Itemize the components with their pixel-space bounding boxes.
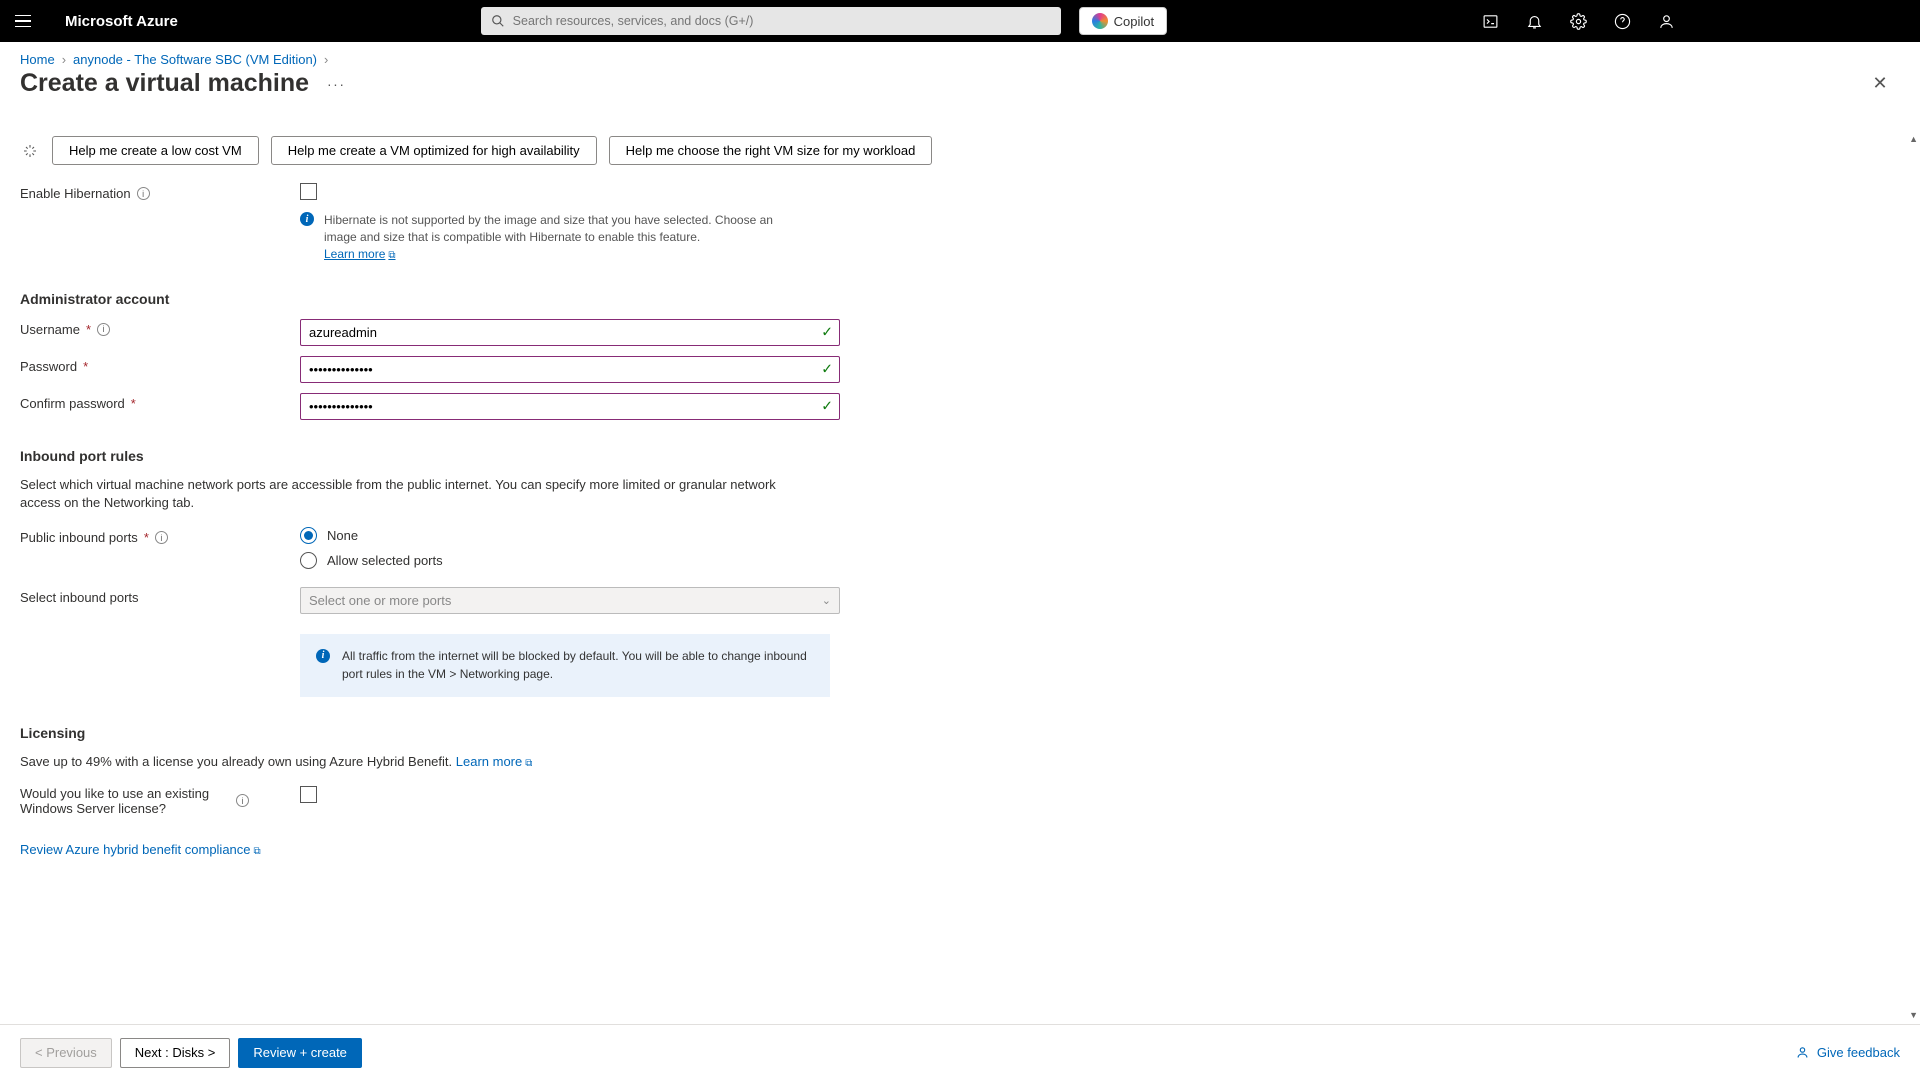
- page-title-row: Create a virtual machine ··· ✕: [0, 69, 1920, 104]
- section-admin-account: Administrator account: [20, 291, 1900, 307]
- checkbox-enable-hibernation[interactable]: [300, 183, 317, 200]
- info-circle-icon: i: [316, 649, 330, 663]
- ai-sparkle-icon: [20, 141, 40, 161]
- info-icon[interactable]: i: [155, 531, 168, 544]
- copilot-button[interactable]: Copilot: [1079, 7, 1167, 35]
- hibernation-learn-more-link[interactable]: Learn more⧉: [324, 247, 396, 261]
- info-icon[interactable]: i: [97, 323, 110, 336]
- callout-text: All traffic from the internet will be bl…: [342, 648, 814, 683]
- section-licensing: Licensing: [20, 725, 1900, 741]
- pill-low-cost-vm[interactable]: Help me create a low cost VM: [52, 136, 259, 165]
- radio-icon: [300, 552, 317, 569]
- inbound-ports-desc: Select which virtual machine network por…: [20, 476, 810, 514]
- feedback-icon[interactable]: [1646, 1, 1686, 41]
- external-link-icon: ⧉: [525, 758, 532, 769]
- chevron-right-icon: ›: [324, 52, 328, 67]
- ai-suggestion-row: Help me create a low cost VM Help me cre…: [20, 136, 1900, 165]
- next-button[interactable]: Next : Disks >: [120, 1038, 231, 1068]
- input-username[interactable]: [300, 319, 840, 346]
- select-placeholder: Select one or more ports: [309, 593, 451, 608]
- hibernation-info-text: Hibernate is not supported by the image …: [324, 213, 773, 244]
- row-username: Username * i ✓: [20, 319, 1900, 346]
- radio-none-label: None: [327, 528, 358, 543]
- info-icon[interactable]: i: [137, 187, 150, 200]
- row-select-inbound-ports: Select inbound ports Select one or more …: [20, 587, 1900, 697]
- label-username: Username: [20, 322, 80, 337]
- radio-icon: [300, 527, 317, 544]
- check-icon: ✓: [821, 324, 833, 341]
- breadcrumb-item[interactable]: anynode - The Software SBC (VM Edition): [73, 52, 317, 67]
- help-icon[interactable]: [1602, 1, 1642, 41]
- external-link-icon: ⧉: [388, 250, 395, 261]
- page-title: Create a virtual machine: [20, 69, 309, 98]
- licensing-learn-more-link[interactable]: Learn more⧉: [456, 754, 533, 769]
- label-select-inbound-ports: Select inbound ports: [20, 590, 139, 605]
- chevron-down-icon: ⌄: [822, 594, 831, 607]
- form-scroll-area[interactable]: Help me create a low cost VM Help me cre…: [0, 130, 1920, 1024]
- breadcrumb-home[interactable]: Home: [20, 52, 55, 67]
- section-inbound-ports: Inbound port rules: [20, 448, 1900, 464]
- check-icon: ✓: [821, 361, 833, 378]
- hamburger-menu-icon[interactable]: [15, 10, 37, 32]
- settings-icon[interactable]: [1558, 1, 1598, 41]
- radio-none[interactable]: None: [300, 527, 840, 544]
- close-icon[interactable]: ✕: [1866, 70, 1894, 98]
- required-marker: *: [86, 322, 91, 337]
- hybrid-benefit-compliance-link[interactable]: Review Azure hybrid benefit compliance⧉: [20, 842, 261, 857]
- review-create-button[interactable]: Review + create: [238, 1038, 362, 1068]
- radio-allow-selected[interactable]: Allow selected ports: [300, 552, 840, 569]
- select-inbound-ports: Select one or more ports ⌄: [300, 587, 840, 614]
- row-password: Password * ✓: [20, 356, 1900, 383]
- external-link-icon: ⧉: [254, 846, 261, 857]
- top-bar: Microsoft Azure Copilot: [0, 0, 1920, 42]
- label-confirm-password: Confirm password: [20, 396, 125, 411]
- cloud-shell-icon[interactable]: [1470, 1, 1510, 41]
- inbound-ports-callout: i All traffic from the internet will be …: [300, 634, 830, 697]
- row-public-inbound-ports: Public inbound ports * i None Allow sele…: [20, 527, 1900, 577]
- previous-button: < Previous: [20, 1038, 112, 1068]
- brand-label: Microsoft Azure: [65, 13, 178, 30]
- radio-allow-label: Allow selected ports: [327, 553, 443, 568]
- checkbox-existing-license[interactable]: [300, 786, 317, 803]
- label-public-inbound-ports: Public inbound ports: [20, 530, 138, 545]
- row-enable-hibernation: Enable Hibernation i i Hibernate is not …: [20, 183, 1900, 263]
- label-password: Password: [20, 359, 77, 374]
- copilot-icon: [1092, 13, 1108, 29]
- feedback-person-icon: [1795, 1045, 1810, 1060]
- info-circle-icon: i: [300, 212, 314, 226]
- row-existing-license: Would you like to use an existing Window…: [20, 786, 1900, 816]
- chevron-right-icon: ›: [62, 52, 66, 67]
- footer-bar: < Previous Next : Disks > Review + creat…: [0, 1024, 1920, 1080]
- scroll-up-icon[interactable]: ▲: [1909, 134, 1918, 144]
- scroll-down-icon[interactable]: ▼: [1909, 1010, 1918, 1020]
- pill-high-availability-vm[interactable]: Help me create a VM optimized for high a…: [271, 136, 597, 165]
- search-input[interactable]: [505, 14, 1051, 28]
- breadcrumb: Home › anynode - The Software SBC (VM Ed…: [0, 42, 1920, 69]
- label-enable-hibernation: Enable Hibernation: [20, 186, 131, 201]
- label-existing-license: Would you like to use an existing Window…: [20, 786, 230, 816]
- input-password[interactable]: [300, 356, 840, 383]
- required-marker: *: [144, 530, 149, 545]
- required-marker: *: [131, 396, 136, 411]
- row-confirm-password: Confirm password * ✓: [20, 393, 1900, 420]
- info-icon[interactable]: i: [236, 794, 249, 807]
- copilot-label: Copilot: [1114, 14, 1154, 29]
- account-area[interactable]: [1690, 1, 1910, 41]
- search-icon: [491, 14, 505, 28]
- licensing-desc: Save up to 49% with a license you alread…: [20, 753, 810, 772]
- notifications-icon[interactable]: [1514, 1, 1554, 41]
- more-actions-icon[interactable]: ···: [327, 76, 346, 92]
- pill-vm-size[interactable]: Help me choose the right VM size for my …: [609, 136, 933, 165]
- search-box[interactable]: [481, 7, 1061, 35]
- input-confirm-password[interactable]: [300, 393, 840, 420]
- required-marker: *: [83, 359, 88, 374]
- check-icon: ✓: [821, 398, 833, 415]
- give-feedback-link[interactable]: Give feedback: [1795, 1045, 1900, 1060]
- give-feedback-label: Give feedback: [1817, 1045, 1900, 1060]
